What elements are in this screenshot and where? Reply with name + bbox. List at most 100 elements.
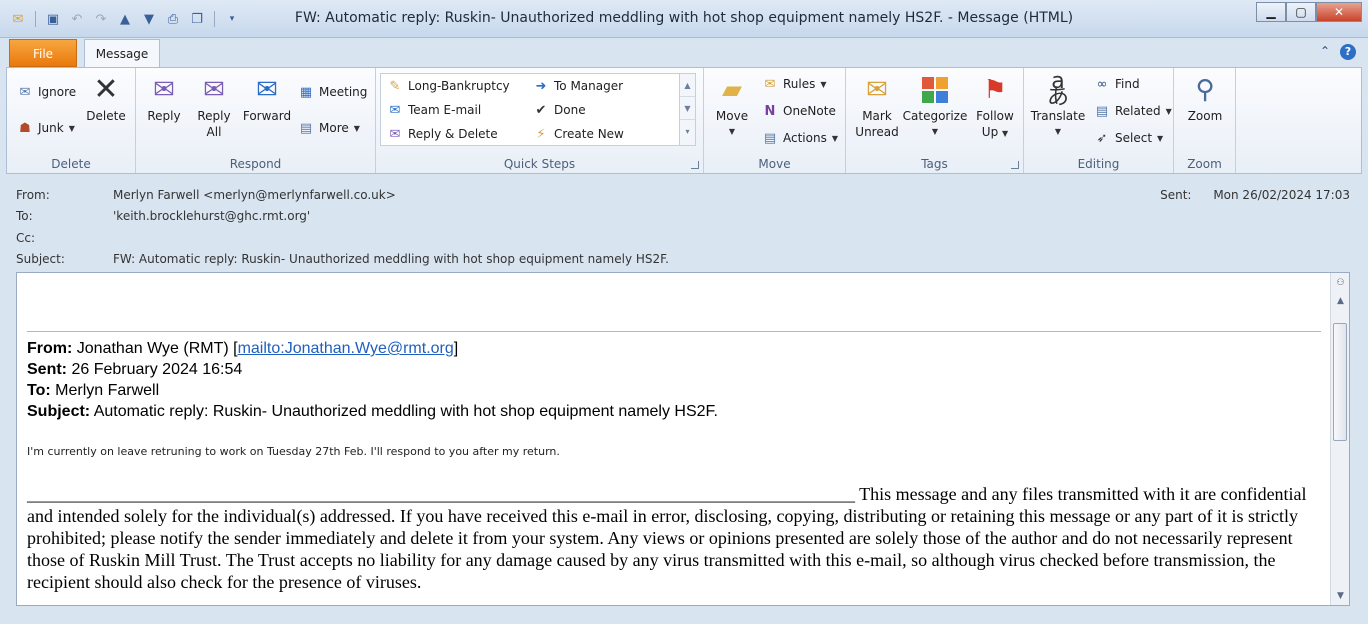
reply-delete-icon: ✉ <box>389 126 401 142</box>
fwd-sent-label: Sent: <box>27 361 67 378</box>
expand-gallery-icon[interactable]: ▾ <box>680 120 695 143</box>
reply-all-button[interactable]: ✉ Reply All <box>192 74 236 140</box>
delete-group-label: Delete <box>51 157 91 171</box>
select-label: Select <box>1115 131 1153 145</box>
scroll-down-icon[interactable]: ▼ <box>680 97 695 120</box>
close-button[interactable]: ✕ <box>1316 2 1362 22</box>
quick-steps-gallery: ✎ Long-Bankruptcy ➜ To Manager ✉ Team E-… <box>380 73 696 146</box>
reply-label: Reply <box>147 109 181 123</box>
reply-all-label-1: Reply <box>197 109 231 123</box>
fwd-sent-value: 26 February 2024 16:54 <box>71 361 243 378</box>
categorize-button[interactable]: Categorize ▼ <box>902 74 968 140</box>
actions-icon: ▤ <box>763 130 777 146</box>
quick-step-create-new[interactable]: ⚡ Create New <box>533 126 623 142</box>
related-icon: ▤ <box>1095 103 1109 119</box>
junk-button[interactable]: ☗ Junk ▼ <box>17 120 75 136</box>
quick-step-done[interactable]: ✔ Done <box>533 102 586 118</box>
more-label: More <box>319 121 349 135</box>
find-label: Find <box>1115 77 1140 91</box>
more-button[interactable]: ▤ More ▼ <box>298 120 360 136</box>
auto-reply-text: I'm currently on leave retruning to work… <box>27 445 560 458</box>
minimize-button[interactable]: ▁ <box>1256 2 1286 22</box>
ribbon-tabs: File Message ⌃ ? <box>0 38 1368 68</box>
zoom-button[interactable]: ⚲ Zoom <box>1180 74 1230 124</box>
quick-step-label: Reply & Delete <box>408 127 498 141</box>
delete-button[interactable]: ✕ Delete <box>83 74 129 124</box>
actions-button[interactable]: ▤ Actions ▼ <box>762 130 838 146</box>
reply-button[interactable]: ✉ Reply <box>144 74 184 124</box>
actions-label: Actions <box>783 131 827 145</box>
select-button[interactable]: ➶ Select ▼ <box>1094 130 1164 146</box>
move-button[interactable]: ▰ Move ▼ <box>710 74 754 140</box>
fwd-subject-line: Subject: Automatic reply: Ruskin- Unauth… <box>27 401 718 422</box>
scroll-down-icon[interactable]: ▼ <box>1332 587 1349 604</box>
chevron-down-icon: ▼ <box>1165 106 1172 116</box>
quick-steps-group: ✎ Long-Bankruptcy ➜ To Manager ✉ Team E-… <box>376 68 704 173</box>
tab-file[interactable]: File <box>9 39 77 67</box>
scroll-up-icon[interactable]: ▲ <box>680 74 695 97</box>
move-group-label: Move <box>758 157 791 171</box>
delete-label: Delete <box>86 109 126 123</box>
scroll-up-icon[interactable]: ▲ <box>1332 292 1349 309</box>
chevron-down-icon: ▼ <box>1002 129 1009 138</box>
maximize-button[interactable]: ▢ <box>1286 2 1316 22</box>
message-body[interactable]: From: Jonathan Wye (RMT) [mailto:Jonatha… <box>16 272 1350 606</box>
fwd-from-mailto-link[interactable]: mailto:Jonathan.Wye@rmt.org <box>238 340 454 357</box>
scroll-thumb[interactable] <box>1333 323 1347 441</box>
dialog-launcher-icon[interactable] <box>1011 161 1019 169</box>
move-group: ▰ Move ▼ ✉ Rules ▼ N OneNote ▤ Actions ▼… <box>704 68 846 173</box>
people-pane-icon[interactable]: ⚇ <box>1332 274 1349 291</box>
chevron-down-icon: ▼ <box>931 127 939 136</box>
follow-up-label-1: Follow <box>976 109 1014 123</box>
quick-step-reply-delete[interactable]: ✉ Reply & Delete <box>387 126 498 142</box>
chevron-down-icon: ▼ <box>353 123 360 133</box>
translate-button[interactable]: aあ Translate ▼ <box>1028 71 1088 140</box>
chevron-down-icon: ▼ <box>68 123 75 133</box>
to-value[interactable]: 'keith.brocklehurst@ghc.rmt.org' <box>113 209 310 223</box>
help-icon[interactable]: ? <box>1340 44 1356 60</box>
find-button[interactable]: ∞ Find <box>1094 76 1140 92</box>
editing-group: aあ Translate ▼ ∞ Find ▤ Related ▼ ➶ Sele… <box>1024 68 1174 173</box>
onenote-button[interactable]: N OneNote <box>762 103 836 119</box>
mark-unread-button[interactable]: ✉ Mark Unread <box>852 74 902 140</box>
subject-value: FW: Automatic reply: Ruskin- Unauthorize… <box>113 252 669 266</box>
ignore-button[interactable]: ✉ Ignore <box>17 84 77 100</box>
related-label: Related <box>1115 104 1161 118</box>
fwd-from-label: From: <box>27 340 73 357</box>
ribbon: ✉ Ignore ☗ Junk ▼ ✕ Delete Delete ✉ Repl… <box>6 67 1362 174</box>
forward-button[interactable]: ✉ Forward <box>240 74 294 124</box>
subject-label: Subject: <box>16 252 65 266</box>
chevron-down-icon: ▼ <box>1157 133 1164 143</box>
chevron-down-icon: ▼ <box>820 79 827 89</box>
chevron-down-icon: ▼ <box>831 133 838 143</box>
sent-label: Sent: <box>1160 188 1192 202</box>
magnifier-icon: ⚲ <box>1195 75 1215 105</box>
from-value[interactable]: Merlyn Farwell <merlyn@merlynfarwell.co.… <box>113 188 396 202</box>
reply-icon: ✉ <box>153 75 175 105</box>
vertical-scrollbar[interactable]: ⚇ ▲ ▼ <box>1330 273 1349 605</box>
rules-button[interactable]: ✉ Rules ▼ <box>762 76 827 92</box>
respond-group-label: Respond <box>229 157 282 171</box>
follow-up-button[interactable]: ⚑ Follow Up ▼ <box>970 74 1020 142</box>
move-folder-icon: ▰ <box>722 75 742 105</box>
minimize-ribbon-icon[interactable]: ⌃ <box>1320 44 1330 60</box>
meeting-button[interactable]: ▦ Meeting <box>298 84 368 100</box>
fwd-from-value: Jonathan Wye (RMT) [ <box>76 340 238 357</box>
quick-step-long-bankruptcy[interactable]: ✎ Long-Bankruptcy <box>387 78 510 94</box>
dialog-launcher-icon[interactable] <box>691 161 699 169</box>
quick-step-team-email[interactable]: ✉ Team E-mail <box>387 102 482 118</box>
translate-label: Translate <box>1030 109 1086 123</box>
tab-message[interactable]: Message <box>84 39 160 68</box>
forwarded-header: From: Jonathan Wye (RMT) [mailto:Jonatha… <box>27 338 718 422</box>
reply-all-label-2: All <box>206 125 222 139</box>
quick-step-icon: ✎ <box>389 78 401 94</box>
quick-step-to-manager[interactable]: ➜ To Manager <box>533 78 624 94</box>
delete-group: ✉ Ignore ☗ Junk ▼ ✕ Delete Delete <box>7 68 136 173</box>
fwd-sent-line: Sent: 26 February 2024 16:54 <box>27 359 718 380</box>
related-button[interactable]: ▤ Related ▼ <box>1094 103 1172 119</box>
forward-icon: ✉ <box>256 75 278 105</box>
follow-up-label-2-wrap: Up ▼ <box>970 124 1020 142</box>
junk-icon: ☗ <box>19 120 31 136</box>
ribbon-right-icons: ⌃ ? <box>1320 44 1356 60</box>
zoom-group: ⚲ Zoom Zoom <box>1174 68 1236 173</box>
